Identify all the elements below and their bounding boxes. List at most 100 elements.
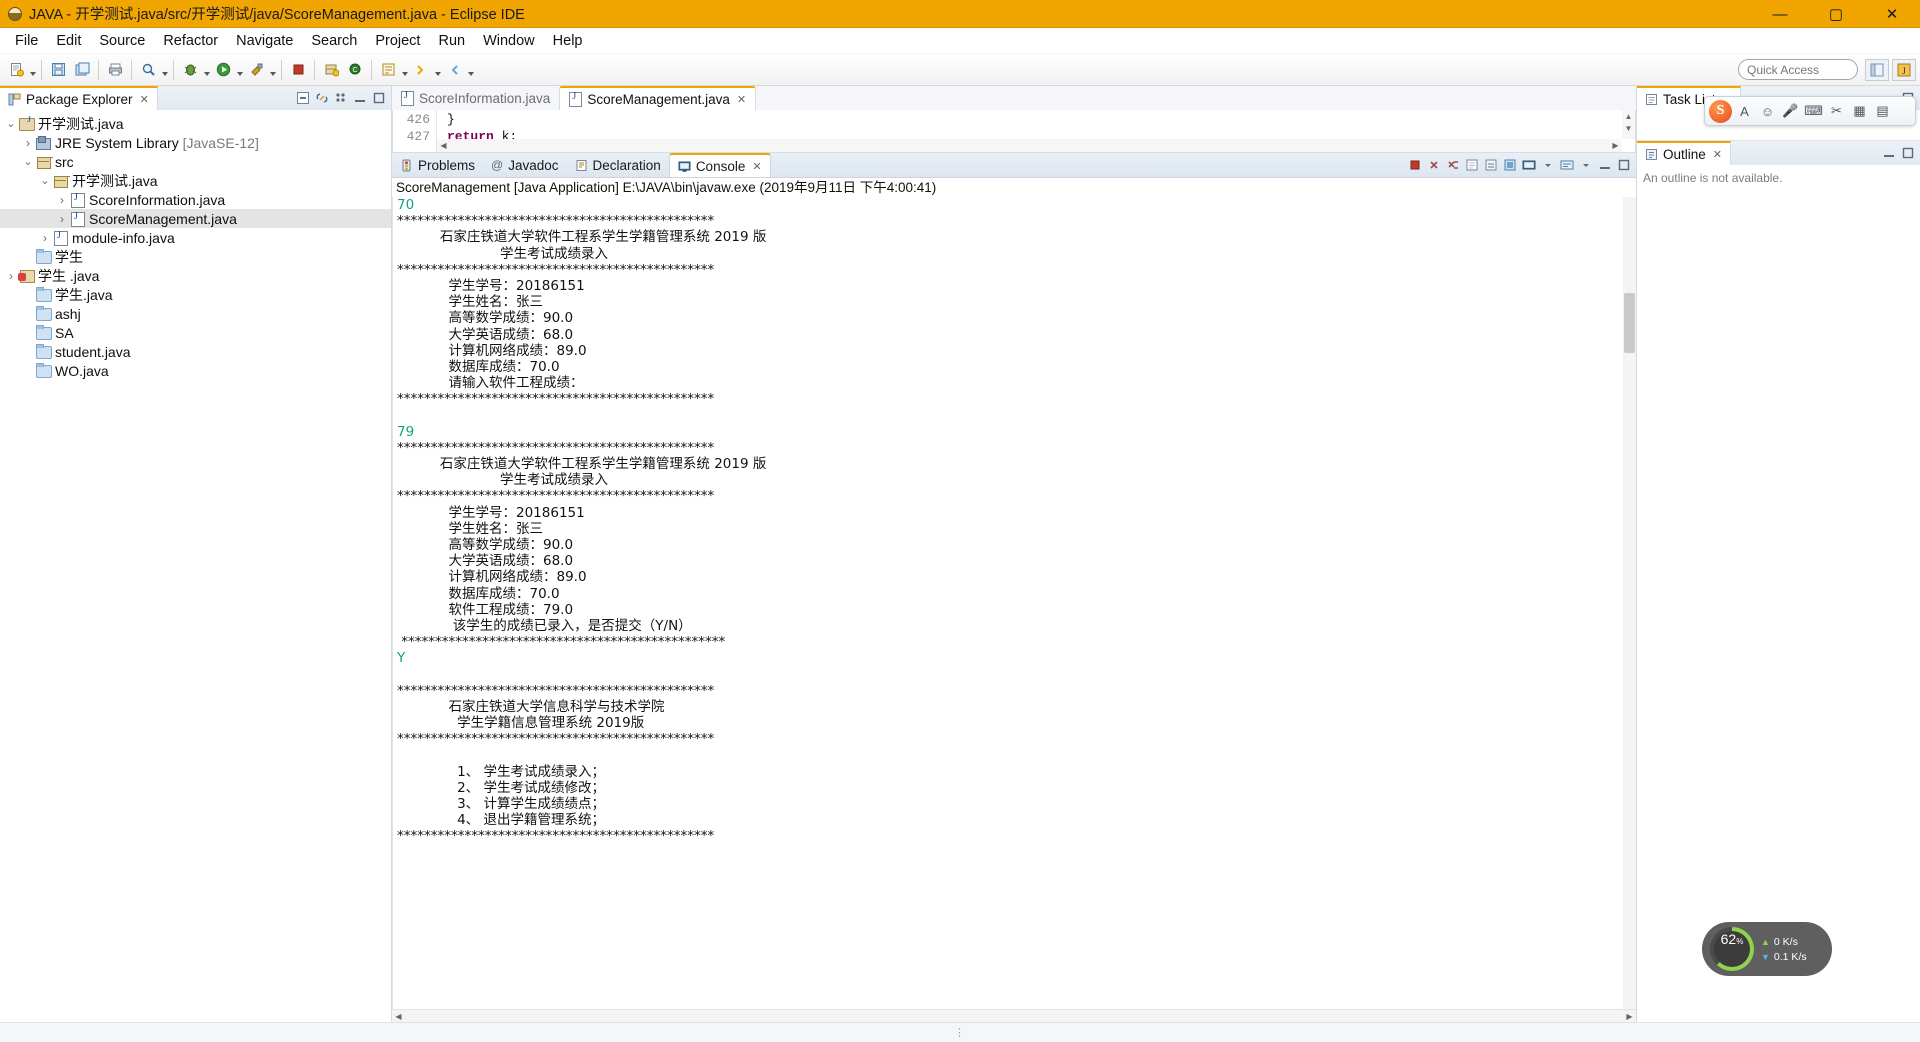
tree-item[interactable]: ⌄ src [0, 152, 391, 171]
debug-dropdown-icon[interactable] [202, 59, 211, 81]
expanded-arrow-icon[interactable]: ⌄ [4, 117, 18, 130]
tree-item[interactable]: › module-info.java [0, 228, 391, 247]
scroll-right-icon[interactable]: ▶ [1623, 1012, 1636, 1021]
console-horizontal-scrollbar[interactable]: ◀ ▶ [392, 1009, 1636, 1022]
scroll-up-icon[interactable]: ▲ [1622, 110, 1635, 122]
new-icon[interactable] [5, 59, 27, 81]
menu-help[interactable]: Help [544, 31, 592, 51]
close-icon[interactable]: ✕ [737, 93, 746, 106]
tree-item[interactable]: › ScoreInformation.java [0, 190, 391, 209]
collapsed-arrow-icon[interactable]: › [4, 269, 18, 283]
run-external-tools-icon[interactable] [245, 59, 267, 81]
previous-annotation-icon[interactable] [443, 59, 465, 81]
tree-item[interactable]: 学生.java [0, 285, 391, 304]
maximize-view-icon[interactable] [1615, 156, 1633, 174]
editor-vertical-scrollbar[interactable]: ▲ ▼ [1622, 110, 1635, 139]
ime-floating-toolbar[interactable]: S A ☺ 🎤 ⌨ ✂ ▦ ▤ [1704, 96, 1916, 126]
scroll-down-icon[interactable]: ▼ [1622, 122, 1635, 134]
minimize-view-icon[interactable] [1880, 145, 1897, 162]
remove-all-launches-icon[interactable] [1444, 156, 1462, 174]
terminate-icon[interactable] [1406, 156, 1424, 174]
tree-item[interactable]: 学生 [0, 247, 391, 266]
editor-tab-scoremanagement[interactable]: ScoreManagement.java ✕ [559, 86, 757, 110]
menu-refactor[interactable]: Refactor [154, 31, 227, 51]
tree-item[interactable]: student.java [0, 342, 391, 361]
tree-item[interactable]: › ScoreManagement.java [0, 209, 391, 228]
link-with-editor-icon[interactable] [313, 90, 330, 107]
close-icon[interactable]: ✕ [752, 160, 761, 173]
menu-navigate[interactable]: Navigate [227, 31, 302, 51]
scroll-left-icon[interactable]: ◀ [392, 1012, 405, 1021]
sogou-logo-icon[interactable]: S [1709, 99, 1732, 123]
tab-console[interactable]: Console ✕ [668, 153, 771, 177]
new-java-class-icon[interactable]: C [344, 59, 366, 81]
open-perspective-icon[interactable] [1865, 59, 1889, 81]
tree-item[interactable]: › 学生 .java [0, 266, 391, 285]
system-monitor-widget[interactable]: 62% ▲ 0 K/s ▼ 0.1 K/s [1702, 922, 1832, 976]
editor-body[interactable]: 426 427 } return k; ▲ ▼ ◀ ▶ [392, 110, 1636, 153]
run-icon[interactable] [212, 59, 234, 81]
close-button[interactable]: ✕ [1864, 0, 1920, 28]
open-type-icon[interactable] [377, 59, 399, 81]
tree-item[interactable]: WO.java [0, 361, 391, 380]
save-all-icon[interactable] [71, 59, 93, 81]
tree-item[interactable]: ⌄ 开学测试.java [0, 114, 391, 133]
ime-screenshot-icon[interactable]: ✂ [1826, 100, 1847, 122]
run-dropdown-icon[interactable] [235, 59, 244, 81]
collapse-all-icon[interactable] [294, 90, 311, 107]
tree-item[interactable]: › JRE System Library [JavaSE-12] [0, 133, 391, 152]
menu-search[interactable]: Search [302, 31, 366, 51]
search-dropdown-icon[interactable] [160, 59, 169, 81]
stop-icon[interactable] [287, 59, 309, 81]
ime-language-icon[interactable]: A [1734, 100, 1755, 122]
display-selected-console-icon[interactable] [1520, 156, 1538, 174]
save-icon[interactable] [47, 59, 69, 81]
remove-launch-icon[interactable] [1425, 156, 1443, 174]
minimize-button[interactable]: — [1752, 0, 1808, 28]
editor-horizontal-scrollbar[interactable]: ◀ ▶ [437, 139, 1622, 152]
quick-access-input[interactable] [1738, 59, 1858, 80]
expanded-arrow-icon[interactable]: ⌄ [38, 174, 52, 187]
close-icon[interactable]: ✕ [140, 93, 149, 106]
editor-tab-scoreinformation[interactable]: ScoreInformation.java [392, 86, 559, 110]
minimize-view-icon[interactable] [1596, 156, 1614, 174]
pin-console-icon[interactable] [1501, 156, 1519, 174]
close-icon[interactable]: ✕ [1713, 148, 1722, 161]
new-java-package-icon[interactable] [320, 59, 342, 81]
view-menu-icon[interactable] [1577, 156, 1595, 174]
scrollbar-thumb[interactable] [1624, 293, 1635, 353]
open-console-icon[interactable] [1558, 156, 1576, 174]
print-icon[interactable] [104, 59, 126, 81]
menu-project[interactable]: Project [366, 31, 429, 51]
external-tools-dropdown-icon[interactable] [268, 59, 277, 81]
search-icon[interactable] [137, 59, 159, 81]
collapsed-arrow-icon[interactable]: › [38, 231, 52, 245]
menu-file[interactable]: File [6, 31, 47, 51]
tree-item[interactable]: ashj [0, 304, 391, 323]
view-menu-icon[interactable] [332, 90, 349, 107]
collapsed-arrow-icon[interactable]: › [21, 136, 35, 150]
ime-voice-icon[interactable]: 🎤 [1780, 100, 1801, 122]
debug-icon[interactable] [179, 59, 201, 81]
scroll-left-icon[interactable]: ◀ [437, 141, 450, 150]
java-perspective-icon[interactable]: J [1892, 59, 1916, 81]
collapsed-arrow-icon[interactable]: › [55, 193, 69, 207]
previous-annotation-dropdown-icon[interactable] [466, 59, 475, 81]
tab-package-explorer[interactable]: Package Explorer ✕ [0, 86, 158, 110]
tree-item[interactable]: SA [0, 323, 391, 342]
package-explorer-tree[interactable]: ⌄开学测试.java›JRE System Library [JavaSE-12… [0, 110, 391, 1022]
scroll-right-icon[interactable]: ▶ [1609, 141, 1622, 150]
menu-run[interactable]: Run [429, 31, 474, 51]
menu-edit[interactable]: Edit [47, 31, 90, 51]
menu-source[interactable]: Source [90, 31, 154, 51]
ime-menu-icon[interactable]: ▤ [1872, 100, 1893, 122]
open-type-dropdown-icon[interactable] [400, 59, 409, 81]
collapsed-arrow-icon[interactable]: › [55, 212, 69, 226]
maximize-view-icon[interactable] [370, 90, 387, 107]
tab-javadoc[interactable]: @ Javadoc [483, 153, 566, 177]
clear-console-icon[interactable] [1463, 156, 1481, 174]
console-output-area[interactable]: 70 **************************************… [392, 197, 1636, 1009]
ime-toolbox-icon[interactable]: ▦ [1849, 100, 1870, 122]
next-annotation-dropdown-icon[interactable] [433, 59, 442, 81]
minimize-view-icon[interactable] [351, 90, 368, 107]
